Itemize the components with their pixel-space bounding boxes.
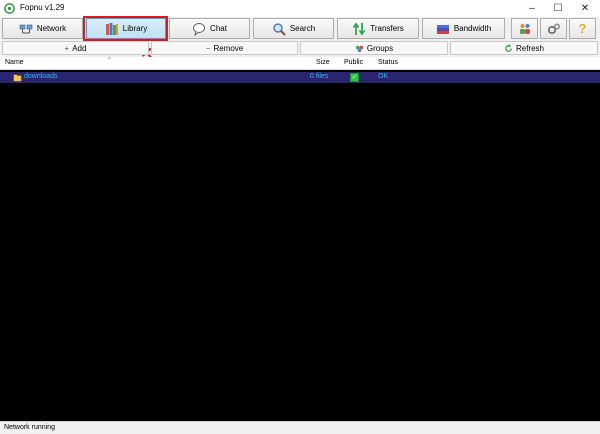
- tab-chat-label: Chat: [210, 24, 227, 33]
- window-title: Fopnu v1.29: [20, 3, 65, 12]
- refresh-label: Refresh: [515, 43, 544, 53]
- add-label: Add: [72, 43, 87, 53]
- magnifier-icon: [273, 22, 286, 36]
- add-button[interactable]: + Add: [2, 41, 149, 55]
- network-icon: [19, 24, 33, 33]
- help-button[interactable]: ?: [569, 18, 596, 39]
- row-size: 0 files: [310, 73, 329, 80]
- tab-search-label: Search: [289, 24, 316, 33]
- folder-icon: [13, 74, 22, 82]
- minimize-button[interactable]: –: [519, 0, 545, 17]
- library-highlight-box: [83, 16, 168, 41]
- tab-network-label: Network: [36, 24, 67, 33]
- options-button[interactable]: [540, 18, 567, 39]
- users-button[interactable]: [511, 18, 538, 39]
- column-status[interactable]: Status: [378, 59, 398, 66]
- library-list[interactable]: downloads 0 files ✓ OK: [0, 70, 600, 421]
- chat-bubble-icon: [193, 22, 205, 36]
- minus-icon: −: [205, 43, 211, 53]
- remove-label: Remove: [213, 43, 244, 53]
- close-button[interactable]: ✕: [572, 0, 598, 17]
- tab-bandwidth-label: Bandwidth: [453, 24, 492, 33]
- help-question-icon: ?: [578, 21, 587, 36]
- plus-icon: +: [64, 43, 70, 53]
- gears-icon: [547, 23, 560, 34]
- table-row[interactable]: downloads 0 files ✓ OK: [0, 72, 600, 83]
- tab-transfers-label: Transfers: [370, 24, 404, 33]
- sort-arrow-icon: ^: [108, 57, 111, 63]
- tab-network[interactable]: Network: [2, 18, 83, 39]
- tab-transfers[interactable]: Transfers: [337, 18, 419, 39]
- users-icon: [519, 23, 530, 34]
- column-public[interactable]: Public: [344, 59, 363, 66]
- tab-search[interactable]: Search: [253, 18, 334, 39]
- list-header: ^ Name Size Public Status: [0, 57, 600, 70]
- refresh-button[interactable]: Refresh: [450, 41, 598, 55]
- groups-button[interactable]: Groups: [300, 41, 448, 55]
- row-name: downloads: [24, 73, 58, 80]
- tab-chat[interactable]: Chat: [169, 18, 250, 39]
- transfer-arrows-icon: [353, 21, 366, 36]
- tab-bandwidth[interactable]: Bandwidth: [422, 18, 505, 39]
- column-name[interactable]: Name: [5, 59, 24, 66]
- status-text: Network running: [4, 424, 55, 431]
- title-bar: Fopnu v1.29 – ☐ ✕: [0, 0, 600, 17]
- action-bar: + Add − Remove Groups Refresh: [0, 41, 600, 55]
- column-size[interactable]: Size: [316, 59, 330, 66]
- remove-button[interactable]: − Remove: [151, 41, 298, 55]
- groups-label: Groups: [366, 43, 394, 53]
- maximize-button[interactable]: ☐: [545, 0, 571, 17]
- row-status: OK: [378, 73, 389, 80]
- refresh-icon: [505, 43, 512, 52]
- public-checkbox[interactable]: ✓: [350, 73, 359, 82]
- fopnu-logo-icon: [4, 3, 15, 14]
- bandwidth-flag-icon: [436, 24, 449, 34]
- groups-icon: [355, 45, 363, 52]
- status-bar: Network running: [0, 421, 600, 434]
